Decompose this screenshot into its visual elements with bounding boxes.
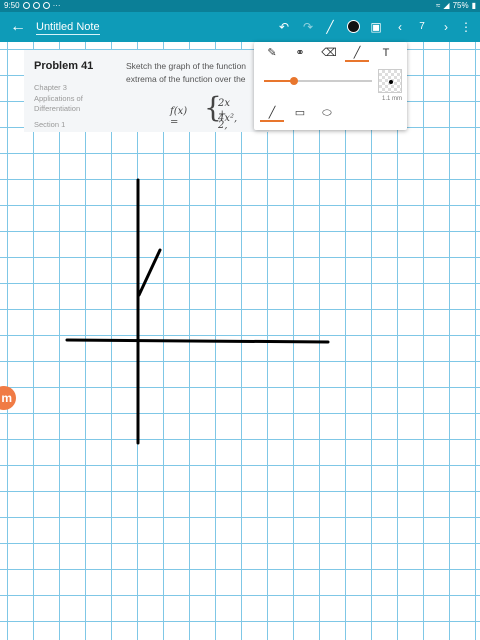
status-time: 9:50 xyxy=(4,1,20,10)
lasso-icon[interactable]: ⚭ xyxy=(288,44,312,62)
note-title[interactable]: Untitled Note xyxy=(36,21,100,35)
page-number: 7 xyxy=(419,21,425,32)
next-page-icon[interactable]: › xyxy=(438,18,454,36)
pen-size-knob[interactable] xyxy=(290,77,299,85)
line-tool-icon[interactable]: ╱ xyxy=(345,44,369,62)
straight-line-shape-icon[interactable]: ╱ xyxy=(260,104,284,122)
problem-text-line: Sketch the graph of the function xyxy=(126,61,247,71)
problem-card: Problem 41 Chapter 3 Applications of Dif… xyxy=(24,50,269,132)
notification-icon xyxy=(32,2,40,9)
chapter-title: Applications of xyxy=(34,94,83,103)
rectangle-shape-icon[interactable]: ▭ xyxy=(288,104,312,122)
overflow-menu-icon[interactable]: ⋮ xyxy=(459,18,473,36)
pen-preview-swatch[interactable] xyxy=(378,69,402,93)
notification-icon xyxy=(22,2,30,9)
pen-size-label: 1.1 mm xyxy=(382,96,403,102)
signal-icon: ◢ xyxy=(443,1,450,10)
app-bar: ← Untitled Note ↶ ↷ ╱ ▣ ‹ 7 › ⋮ xyxy=(0,12,480,42)
more-notifications-icon: ··· xyxy=(52,1,61,10)
pen-color-button[interactable] xyxy=(347,20,360,33)
battery-icon: ▮ xyxy=(471,1,476,10)
battery-level: 75% xyxy=(452,1,469,10)
previous-page-icon[interactable]: ‹ xyxy=(393,18,407,36)
pen-size-slider[interactable] xyxy=(264,77,372,85)
problem-text-line: extrema of the function over the xyxy=(126,74,246,84)
back-arrow-icon[interactable]: ← xyxy=(10,17,26,37)
undo-icon[interactable]: ↶ xyxy=(276,18,292,36)
problem-text: Sketch the graph of the function extrema… xyxy=(126,60,266,86)
redo-icon[interactable]: ↷ xyxy=(300,18,316,36)
status-bar: 9:50 ··· ≈ ◢ 75% ▮ xyxy=(0,0,480,12)
notification-icon xyxy=(42,2,50,9)
pencil-icon[interactable]: ✎ xyxy=(260,44,284,62)
wifi-icon: ≈ xyxy=(436,1,441,10)
eraser-icon[interactable]: ⌫ xyxy=(317,44,341,62)
pen-tool-icon[interactable]: ╱ xyxy=(322,18,338,36)
section-label: Section 1 xyxy=(34,120,66,129)
problem-number: Problem 41 xyxy=(34,60,94,72)
equation-lhs: f(x) = xyxy=(170,106,188,128)
chapter-title: Differentiation xyxy=(34,104,81,113)
image-icon[interactable]: ▣ xyxy=(368,18,384,36)
pen-options-panel: ✎ ⚭ ⌫ ╱ T 1.1 mm ╱ ▭ ⬭ xyxy=(254,42,407,130)
equation-case: 4x², xyxy=(218,113,238,124)
text-tool-icon[interactable]: T xyxy=(374,44,398,62)
pen-preview-dot xyxy=(389,80,393,84)
ellipse-shape-icon[interactable]: ⬭ xyxy=(315,104,339,122)
chapter-label: Chapter 3 xyxy=(34,83,67,92)
